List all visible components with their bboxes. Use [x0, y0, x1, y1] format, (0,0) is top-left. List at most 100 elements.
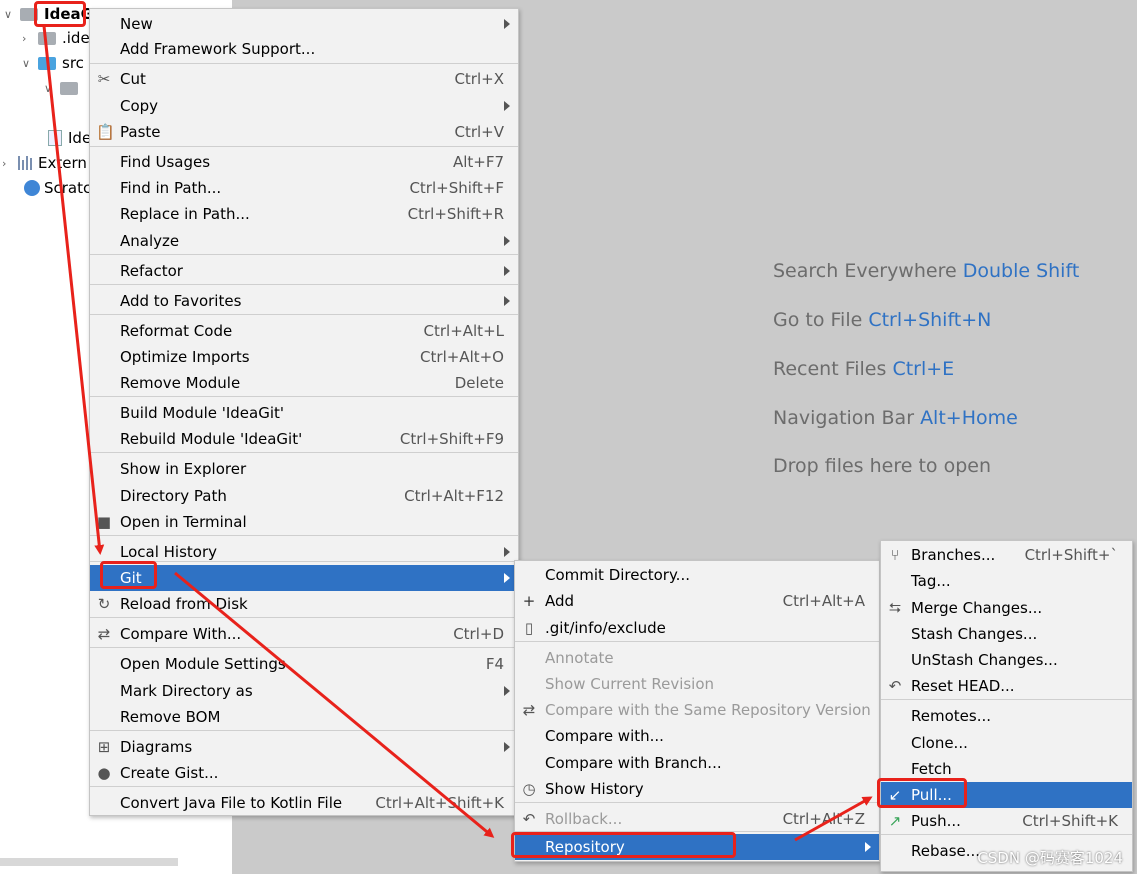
repo-menu-item-tag[interactable]: Tag...: [881, 568, 1132, 594]
menu-item-label: Rollback...: [545, 810, 623, 828]
editor-hint-recent-files: Recent Files Ctrl+E: [773, 358, 954, 380]
menu-item-label: Copy: [120, 97, 159, 115]
context-menu-item-show-in-explorer[interactable]: Show in Explorer: [90, 456, 518, 482]
chevron-down-icon[interactable]: ∨: [4, 8, 14, 21]
repo-menu-item-stash-changes[interactable]: Stash Changes...: [881, 621, 1132, 647]
context-menu-item-rebuild-module-ideagit[interactable]: Rebuild Module 'IdeaGit' Ctrl+Shift+F9: [90, 426, 518, 452]
context-menu-item-remove-bom[interactable]: Remove BOM: [90, 704, 518, 730]
context-menu-item-directory-path[interactable]: Directory Path Ctrl+Alt+F12: [90, 483, 518, 509]
chevron-right-icon[interactable]: ›: [2, 157, 12, 170]
context-menu-item-add-to-favorites[interactable]: Add to Favorites: [90, 288, 518, 314]
menu-item-label: Push...: [911, 812, 961, 830]
shortcut-label: Ctrl+Shift+`: [1024, 546, 1118, 564]
menu-item-label: Add: [545, 592, 575, 610]
context-menu-item-refactor[interactable]: Refactor: [90, 258, 518, 284]
menu-item-label: Compare With...: [120, 625, 242, 643]
submenu-arrow-icon: [504, 296, 510, 306]
shortcut-label: Ctrl+Alt+Shift+K: [375, 794, 504, 812]
git-menu-item-rollback[interactable]: ↶ Rollback... Ctrl+Alt+Z: [515, 806, 879, 832]
context-menu-item-find-usages[interactable]: Find Usages Alt+F7: [90, 149, 518, 175]
tree-row-src[interactable]: ∨ src: [22, 51, 84, 75]
menu-item-label: Diagrams: [120, 738, 193, 756]
menu-item-label: Stash Changes...: [911, 625, 1038, 643]
undo-icon: ↶: [522, 810, 536, 828]
shortcut-label: Ctrl+Alt+L: [423, 322, 505, 340]
shortcut-label: Ctrl+Alt+F12: [404, 487, 504, 505]
tree-row-scratches[interactable]: Scratc: [24, 176, 91, 200]
chevron-down-icon[interactable]: ∨: [22, 57, 32, 70]
context-menu-item-analyze[interactable]: Analyze: [90, 228, 518, 254]
context-menu-item-optimize-imports[interactable]: Optimize Imports Ctrl+Alt+O: [90, 344, 518, 370]
context-menu-item-new[interactable]: New: [90, 11, 518, 37]
repo-menu-item-push[interactable]: ↗ Push... Ctrl+Shift+K: [881, 808, 1132, 834]
context-menu-item-add-framework-support[interactable]: Add Framework Support...: [90, 36, 518, 62]
git-menu-item-compare-with-branch[interactable]: Compare with Branch...: [515, 750, 879, 776]
menu-item-label: Reload from Disk: [120, 595, 248, 613]
menu-separator: [515, 802, 879, 803]
menu-separator: [90, 730, 518, 731]
context-menu-item-reformat-code[interactable]: Reformat Code Ctrl+Alt+L: [90, 318, 518, 344]
menu-item-label: Refactor: [120, 262, 183, 280]
submenu-arrow-icon: [504, 236, 510, 246]
menu-separator: [90, 647, 518, 648]
context-menu-item-diagrams[interactable]: ⊞ Diagrams: [90, 734, 518, 760]
repo-menu-item-merge-changes[interactable]: ⮀ Merge Changes...: [881, 595, 1132, 621]
git-menu-item-git-info-exclude[interactable]: ▯ .git/info/exclude: [515, 615, 879, 641]
menu-item-label: Directory Path: [120, 487, 227, 505]
tree-row-package[interactable]: ∨: [44, 76, 84, 100]
menu-item-label: Build Module 'IdeaGit': [120, 404, 285, 422]
tree-item-label: .ide: [62, 29, 90, 47]
context-menu-item-find-in-path[interactable]: Find in Path... Ctrl+Shift+F: [90, 175, 518, 201]
context-menu-item-replace-in-path[interactable]: Replace in Path... Ctrl+Shift+R: [90, 201, 518, 227]
context-menu-item-convert-java-file-to-kotlin-file[interactable]: Convert Java File to Kotlin File Ctrl+Alt…: [90, 790, 518, 816]
context-menu-item-open-module-settings[interactable]: Open Module Settings F4: [90, 651, 518, 677]
tree-row-idea[interactable]: › .ide: [22, 26, 90, 50]
context-menu-item-copy[interactable]: Copy: [90, 93, 518, 119]
git-menu-item-add[interactable]: + Add Ctrl+Alt+A: [515, 588, 879, 614]
shortcut-label: Ctrl+Shift+F9: [399, 430, 504, 448]
shortcut-label: Ctrl+Alt+Z: [782, 810, 865, 828]
plus-icon: +: [522, 592, 536, 610]
menu-separator: [90, 452, 518, 453]
context-menu-item-create-gist[interactable]: ● Create Gist...: [90, 760, 518, 786]
chevron-right-icon[interactable]: ›: [22, 32, 32, 45]
menu-separator: [90, 314, 518, 315]
context-menu-item-open-in-terminal[interactable]: ■ Open in Terminal: [90, 509, 518, 535]
context-menu-item-reload-from-disk[interactable]: ↻ Reload from Disk: [90, 591, 518, 617]
editor-hint-search-everywhere: Search Everywhere Double Shift: [773, 260, 1079, 282]
chevron-down-icon[interactable]: ∨: [44, 82, 54, 95]
shortcut-label: Alt+F7: [452, 153, 504, 171]
menu-separator: [90, 396, 518, 397]
repository-submenu: ⑂ Branches... Ctrl+Shift+` Tag... ⮀ Merge Cha…: [880, 540, 1133, 872]
context-menu-item-compare-with[interactable]: ⇄ Compare With... Ctrl+D: [90, 621, 518, 647]
horizontal-scrollbar[interactable]: [0, 858, 178, 866]
repo-menu-item-reset-head[interactable]: ↶ Reset HEAD...: [881, 673, 1132, 699]
repo-menu-item-remotes[interactable]: Remotes...: [881, 703, 1132, 729]
git-menu-item-annotate[interactable]: Annotate: [515, 645, 879, 671]
context-menu-item-remove-module[interactable]: Remove Module Delete: [90, 370, 518, 396]
context-menu-item-paste[interactable]: 📋 Paste Ctrl+V: [90, 119, 518, 145]
menu-item-label: Open Module Settings: [120, 655, 286, 673]
git-menu-item-compare-with-the-same-repository-version[interactable]: ⇄ Compare with the Same Repository Versio…: [515, 697, 879, 723]
context-menu-item-cut[interactable]: ✂ Cut Ctrl+X: [90, 66, 518, 92]
menu-item-label: Fetch: [911, 760, 952, 778]
git-menu-item-show-history[interactable]: ◷ Show History: [515, 776, 879, 802]
repo-menu-item-unstash-changes[interactable]: UnStash Changes...: [881, 647, 1132, 673]
menu-item-label: Remotes...: [911, 707, 991, 725]
menu-item-label: Create Gist...: [120, 764, 219, 782]
context-menu-item-build-module-ideagit[interactable]: Build Module 'IdeaGit': [90, 400, 518, 426]
tree-row-iml[interactable]: Ide: [48, 126, 91, 150]
repo-menu-item-clone[interactable]: Clone...: [881, 730, 1132, 756]
git-menu-item-compare-with[interactable]: Compare with...: [515, 723, 879, 749]
menu-separator: [515, 641, 879, 642]
git-menu-item-show-current-revision[interactable]: Show Current Revision: [515, 671, 879, 697]
git-submenu: Commit Directory... + Add Ctrl+Alt+A ▯ .git/i…: [514, 560, 880, 862]
menu-item-label: Local History: [120, 543, 218, 561]
diagram-icon: ⊞: [97, 738, 111, 756]
tree-row-external[interactable]: › Extern: [2, 151, 87, 175]
repo-menu-item-branches[interactable]: ⑂ Branches... Ctrl+Shift+`: [881, 542, 1132, 568]
git-menu-item-commit-directory[interactable]: Commit Directory...: [515, 562, 879, 588]
menu-item-label: Analyze: [120, 232, 180, 250]
hint-shortcut: Alt+Home: [920, 407, 1018, 429]
context-menu-item-mark-directory-as[interactable]: Mark Directory as: [90, 678, 518, 704]
